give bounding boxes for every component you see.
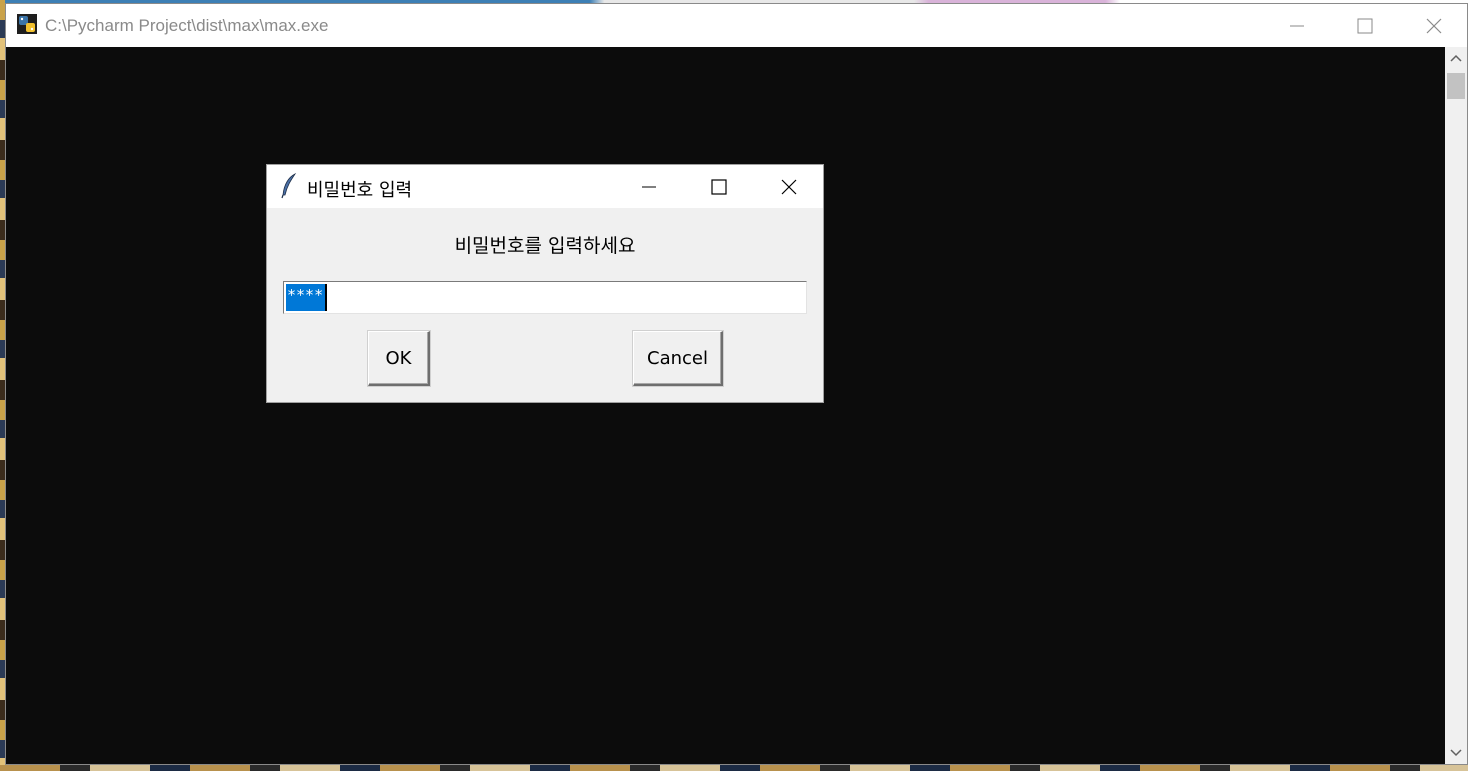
close-icon: [1426, 18, 1442, 33]
dialog-close-button[interactable]: [759, 165, 819, 208]
chevron-up-icon: [1450, 54, 1462, 62]
cancel-button[interactable]: Cancel: [633, 331, 723, 386]
maximize-icon: [1357, 18, 1373, 33]
password-prompt: 비밀번호를 입력하세요: [454, 235, 636, 257]
ok-button[interactable]: OK: [368, 331, 430, 386]
minimize-icon: [642, 186, 656, 187]
close-button[interactable]: [1399, 4, 1469, 47]
python-exe-icon: [17, 14, 37, 34]
maximize-button[interactable]: [1330, 4, 1400, 47]
password-input[interactable]: ****: [283, 281, 807, 314]
taskbar-peek: [0, 765, 1474, 771]
console-titlebar[interactable]: C:\Pycharm Project\dist\max\max.exe: [6, 4, 1467, 47]
scroll-down-button[interactable]: [1445, 742, 1467, 764]
password-value-selection: ****: [286, 284, 328, 311]
tk-feather-icon: [281, 173, 297, 199]
dialog-maximize-button[interactable]: [689, 165, 749, 208]
desktop-background-right: [1468, 0, 1474, 771]
chevron-down-icon: [1450, 749, 1462, 757]
dialog-title: 비밀번호 입력: [307, 180, 413, 201]
maximize-icon: [711, 178, 727, 195]
window-title: C:\Pycharm Project\dist\max\max.exe: [45, 16, 329, 35]
scroll-thumb[interactable]: [1447, 73, 1465, 99]
password-dialog: 비밀번호 입력 비밀번호를 입력하세요 **** OK Cancel: [266, 164, 824, 403]
dialog-titlebar[interactable]: 비밀번호 입력: [267, 165, 823, 208]
minimize-button[interactable]: [1262, 4, 1332, 47]
scroll-up-button[interactable]: [1445, 47, 1467, 69]
minimize-icon: [1290, 25, 1304, 26]
dialog-minimize-button[interactable]: [619, 165, 679, 208]
vertical-scrollbar[interactable]: [1445, 47, 1467, 764]
close-icon: [781, 179, 797, 194]
